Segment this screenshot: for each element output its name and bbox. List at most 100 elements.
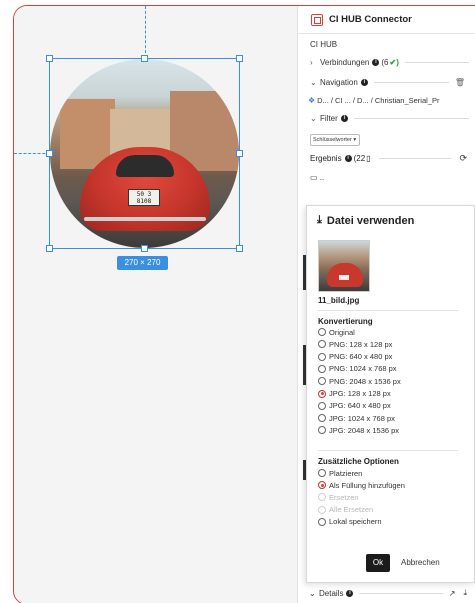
- radio-button: [318, 505, 326, 514]
- radio-option[interactable]: Original: [318, 326, 355, 338]
- navigation-label: Navigation: [320, 77, 358, 87]
- chevron-down-icon: ⌄: [310, 77, 317, 87]
- resize-handle-bottom-left[interactable]: [46, 245, 53, 252]
- radio-option[interactable]: PNG: 1024 x 768 px: [318, 363, 397, 375]
- divider: [353, 117, 469, 119]
- resize-handle-top-right[interactable]: [236, 55, 243, 62]
- info-icon[interactable]: i: [340, 114, 348, 122]
- info-icon[interactable]: i: [360, 78, 368, 86]
- radio-label: PNG: 2048 x 1536 px: [329, 376, 401, 386]
- radio-option[interactable]: PNG: 128 x 128 px: [318, 338, 392, 350]
- result-count: (22: [353, 153, 366, 163]
- divider: [318, 450, 458, 451]
- breadcrumb-item[interactable]: / Christian_Serial_Pr: [371, 96, 440, 105]
- connections-row[interactable]: › Verbindungen i (6 ✔): [298, 52, 475, 72]
- radio-button[interactable]: [318, 481, 326, 490]
- radio-option[interactable]: JPG: 2048 x 1536 px: [318, 424, 399, 436]
- radio-button[interactable]: [318, 364, 326, 373]
- file-name: 11_bild.jpg: [318, 296, 360, 305]
- divider: [373, 81, 449, 83]
- filter-label: Filter: [320, 113, 338, 123]
- section-label: CI HUB: [310, 40, 338, 49]
- radio-option[interactable]: PNG: 2048 x 1536 px: [318, 375, 401, 387]
- download-icon[interactable]: ⤓: [463, 588, 467, 598]
- radio-button[interactable]: [318, 414, 326, 423]
- radio-label: PNG: 640 x 480 px: [329, 352, 393, 362]
- external-link-icon[interactable]: ↗: [449, 589, 456, 598]
- dropbox-icon: ❖: [308, 95, 316, 105]
- radio-label: JPG: 1024 x 768 px: [329, 413, 395, 423]
- radio-button[interactable]: [318, 401, 326, 410]
- radio-option: Alle Ersetzen: [318, 504, 373, 516]
- logo-icon: [311, 13, 323, 26]
- resize-handle-bottom-center[interactable]: [141, 245, 148, 252]
- radio-button[interactable]: [318, 426, 326, 435]
- radio-button[interactable]: [318, 469, 326, 477]
- radio-option[interactable]: Als Füllung hinzufügen: [318, 479, 405, 491]
- breadcrumb-item[interactable]: / CI ...: [331, 96, 351, 105]
- breadcrumb-item[interactable]: D...: [317, 96, 329, 105]
- smart-guide-horizontal: [14, 153, 50, 154]
- dialog-title: ⤓ Datei verwenden: [307, 206, 474, 227]
- file-thumbnail: [318, 240, 370, 292]
- folder-label: ..: [319, 173, 325, 182]
- radio-option[interactable]: PNG: 640 x 480 px: [318, 351, 392, 363]
- resize-handle-middle-right[interactable]: [236, 150, 243, 157]
- radio-label: PNG: 1024 x 768 px: [329, 364, 397, 374]
- keyword-select[interactable]: Schlüsselworter ▾: [310, 134, 360, 146]
- radio-option[interactable]: JPG: 640 x 480 px: [318, 400, 391, 412]
- sync-icon[interactable]: ⟳: [459, 153, 467, 164]
- details-row[interactable]: ⌄ Details i ↗ ⤓: [297, 583, 475, 603]
- radio-option[interactable]: Lokal speichern: [318, 516, 382, 528]
- resize-handle-top-center[interactable]: [141, 55, 148, 62]
- breadcrumb-item[interactable]: / D...: [353, 96, 369, 105]
- divider: [378, 157, 452, 159]
- radio-button[interactable]: [318, 389, 326, 398]
- filter-row[interactable]: ⌄ Filter i: [298, 108, 475, 128]
- radio-label: Alle Ersetzen: [329, 505, 374, 515]
- radio-label: Als Füllung hinzufügen: [329, 480, 405, 490]
- info-icon[interactable]: i: [346, 589, 354, 597]
- resize-handle-bottom-right[interactable]: [236, 245, 243, 252]
- panel-header: CI HUB Connector: [298, 6, 475, 34]
- folder-up-row[interactable]: ▭ ..: [298, 173, 475, 187]
- radio-option[interactable]: JPG: 128 x 128 px: [318, 388, 391, 400]
- radio-button[interactable]: [318, 352, 326, 361]
- selection-box[interactable]: [49, 58, 240, 249]
- cancel-button[interactable]: Abbrechen: [401, 554, 440, 572]
- radio-label: Lokal speichern: [329, 517, 382, 527]
- radio-button[interactable]: [318, 517, 326, 526]
- dialog-title-text: Datei verwenden: [326, 214, 415, 227]
- resize-handle-middle-left[interactable]: [46, 150, 53, 157]
- connections-label: Verbindungen: [320, 57, 370, 67]
- chevron-down-icon: ⌄: [309, 588, 316, 598]
- navigation-row[interactable]: ⌄ Navigation i 🗑: [298, 72, 475, 92]
- radio-option[interactable]: JPG: 1024 x 768 px: [318, 412, 395, 424]
- folder-icon: ▭: [310, 173, 318, 182]
- radio-option: Ersetzen: [318, 491, 359, 503]
- ok-button[interactable]: Ok: [366, 554, 390, 572]
- file-icon: ▯: [366, 153, 371, 163]
- radio-label: Original: [329, 327, 355, 337]
- trash-icon[interactable]: 🗑: [455, 78, 465, 87]
- divider: [404, 61, 469, 63]
- radio-button[interactable]: [318, 340, 326, 349]
- connections-check: ✔): [389, 57, 399, 67]
- result-row: Ergebnis i (22 ▯ ⟳: [298, 149, 475, 167]
- chevron-right-icon: ›: [310, 57, 313, 67]
- radio-button[interactable]: [318, 328, 326, 336]
- divider: [359, 592, 443, 594]
- radio-button[interactable]: [318, 377, 326, 386]
- details-label: Details: [319, 588, 344, 598]
- connections-count: (6: [381, 57, 389, 67]
- info-icon[interactable]: i: [372, 58, 380, 66]
- smart-guide-vertical: [145, 6, 146, 58]
- extra-options-heading: Zusätzliche Optionen: [318, 457, 399, 466]
- caret-down-icon: ▾: [353, 137, 357, 143]
- use-file-dialog: ⤓ Datei verwenden 11_bild.jpg Konvertier…: [306, 205, 475, 583]
- radio-option[interactable]: Platzieren: [318, 467, 362, 479]
- divider: [318, 310, 458, 311]
- info-icon[interactable]: i: [344, 154, 352, 162]
- resize-handle-top-left[interactable]: [46, 55, 53, 62]
- radio-label: JPG: 640 x 480 px: [329, 401, 391, 411]
